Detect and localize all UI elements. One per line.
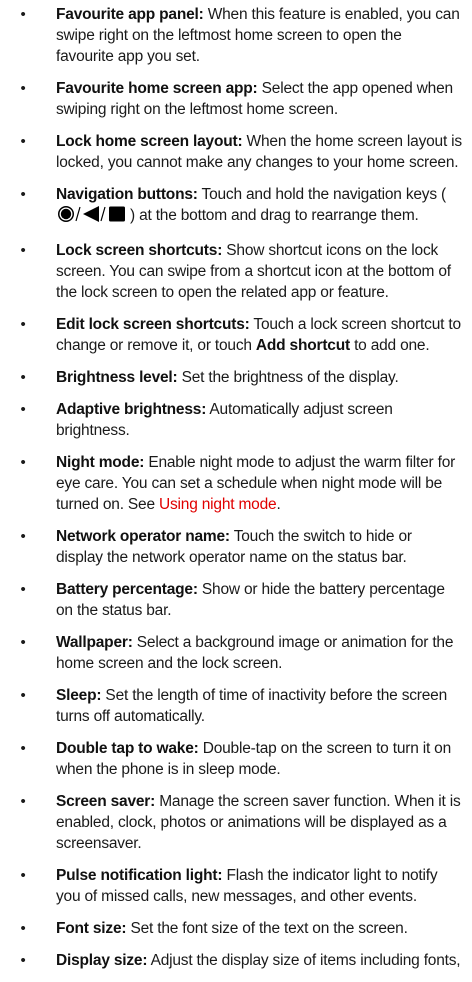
bullet: • [20, 316, 26, 333]
bullet: • [20, 133, 26, 150]
list-item-sleep: • Sleep: Set the length of time of inact… [0, 685, 472, 727]
list-item-night-mode: • Night mode: Enable night mode to adjus… [0, 452, 472, 515]
bullet: • [20, 186, 26, 203]
term-label: Font size: [56, 920, 127, 937]
bullet: • [20, 634, 26, 651]
term-label: Lock screen shortcuts: [56, 242, 223, 259]
bullet: • [20, 454, 26, 471]
description: ) at the bottom and drag to rearrange th… [130, 207, 419, 224]
bullet: • [20, 369, 26, 386]
bullet: • [20, 528, 26, 545]
slash-divider [100, 206, 106, 222]
term-label: Battery percentage: [56, 581, 198, 598]
term-label: Screen saver: [56, 793, 156, 810]
list-item-font-size: • Font size: Set the font size of the te… [0, 918, 472, 939]
navigation-keys-icons [57, 205, 129, 229]
term-label: Navigation buttons: [56, 186, 198, 203]
home-circle-icon [58, 206, 74, 222]
bullet: • [20, 920, 26, 937]
term-label: Display size: [56, 952, 148, 969]
term-label: Favourite app panel: [56, 6, 204, 23]
bullet: • [20, 793, 26, 810]
description: Adjust the display size of items includi… [147, 952, 461, 969]
description: . [276, 496, 281, 513]
list-item-network-operator-name: • Network operator name: Touch the switc… [0, 526, 472, 568]
term-label: Double tap to wake: [56, 740, 199, 757]
bullet: • [20, 242, 26, 259]
term-label: Night mode: [56, 454, 145, 471]
term-label: Pulse notification light: [56, 867, 223, 884]
add-shortcut-label: Add shortcut [255, 337, 350, 354]
term-label: Brightness level: [56, 369, 178, 386]
description: Set the brightness of the display. [177, 369, 399, 386]
list-item-double-tap-to-wake: • Double tap to wake: Double-tap on the … [0, 738, 472, 780]
document-body: • Favourite app panel: When this feature… [0, 0, 472, 982]
description: Set the font size of the text on the scr… [126, 920, 408, 937]
term-label: Edit lock screen shortcuts: [56, 316, 250, 333]
term-label: Wallpaper: [56, 634, 133, 651]
list-item-edit-lock-screen-shortcuts: • Edit lock screen shortcuts: Touch a lo… [0, 314, 472, 356]
navigation-keys-svg [58, 206, 125, 222]
list-item-navigation-buttons: • Navigation buttons: Touch and hold the… [0, 184, 472, 229]
term-label: Adaptive brightness: [56, 401, 207, 418]
list-item-lock-home-screen-layout: • Lock home screen layout: When the home… [0, 131, 472, 173]
list-item-battery-percentage: • Battery percentage: Show or hide the b… [0, 579, 472, 621]
bullet: • [20, 80, 26, 97]
using-night-mode-link[interactable]: Using night mode [159, 496, 277, 513]
term-label: Network operator name: [56, 528, 230, 545]
list-item-pulse-notification-light: • Pulse notification light: Flash the in… [0, 865, 472, 907]
description: Touch and hold the navigation keys ( [197, 186, 447, 203]
bullet: • [20, 581, 26, 598]
list-item-adaptive-brightness: • Adaptive brightness: Automatically adj… [0, 399, 472, 441]
recent-square-icon [109, 206, 125, 222]
bullet: • [20, 687, 26, 704]
list-item-favourite-home-screen-app: • Favourite home screen app: Select the … [0, 78, 472, 120]
list-item-brightness-level: • Brightness level: Set the brightness o… [0, 367, 472, 388]
description: to add one. [349, 337, 430, 354]
bullet: • [20, 867, 26, 884]
bullet: • [20, 740, 26, 757]
description: Set the length of time of inactivity bef… [56, 687, 448, 725]
bullet: • [20, 952, 26, 969]
bullet: • [20, 401, 26, 418]
term-label: Lock home screen layout: [56, 133, 243, 150]
list-item-screen-saver: • Screen saver: Manage the screen saver … [0, 791, 472, 854]
list-item-wallpaper: • Wallpaper: Select a background image o… [0, 632, 472, 674]
slash-divider [75, 206, 81, 222]
list-item-display-size: • Display size: Adjust the display size … [0, 950, 472, 971]
list-item-lock-screen-shortcuts: • Lock screen shortcuts: Show shortcut i… [0, 240, 472, 303]
term-label: Favourite home screen app: [56, 80, 258, 97]
list-item-favourite-app-panel: • Favourite app panel: When this feature… [0, 4, 472, 67]
back-triangle-icon [83, 206, 99, 222]
term-label: Sleep: [56, 687, 102, 704]
bullet: • [20, 6, 26, 23]
